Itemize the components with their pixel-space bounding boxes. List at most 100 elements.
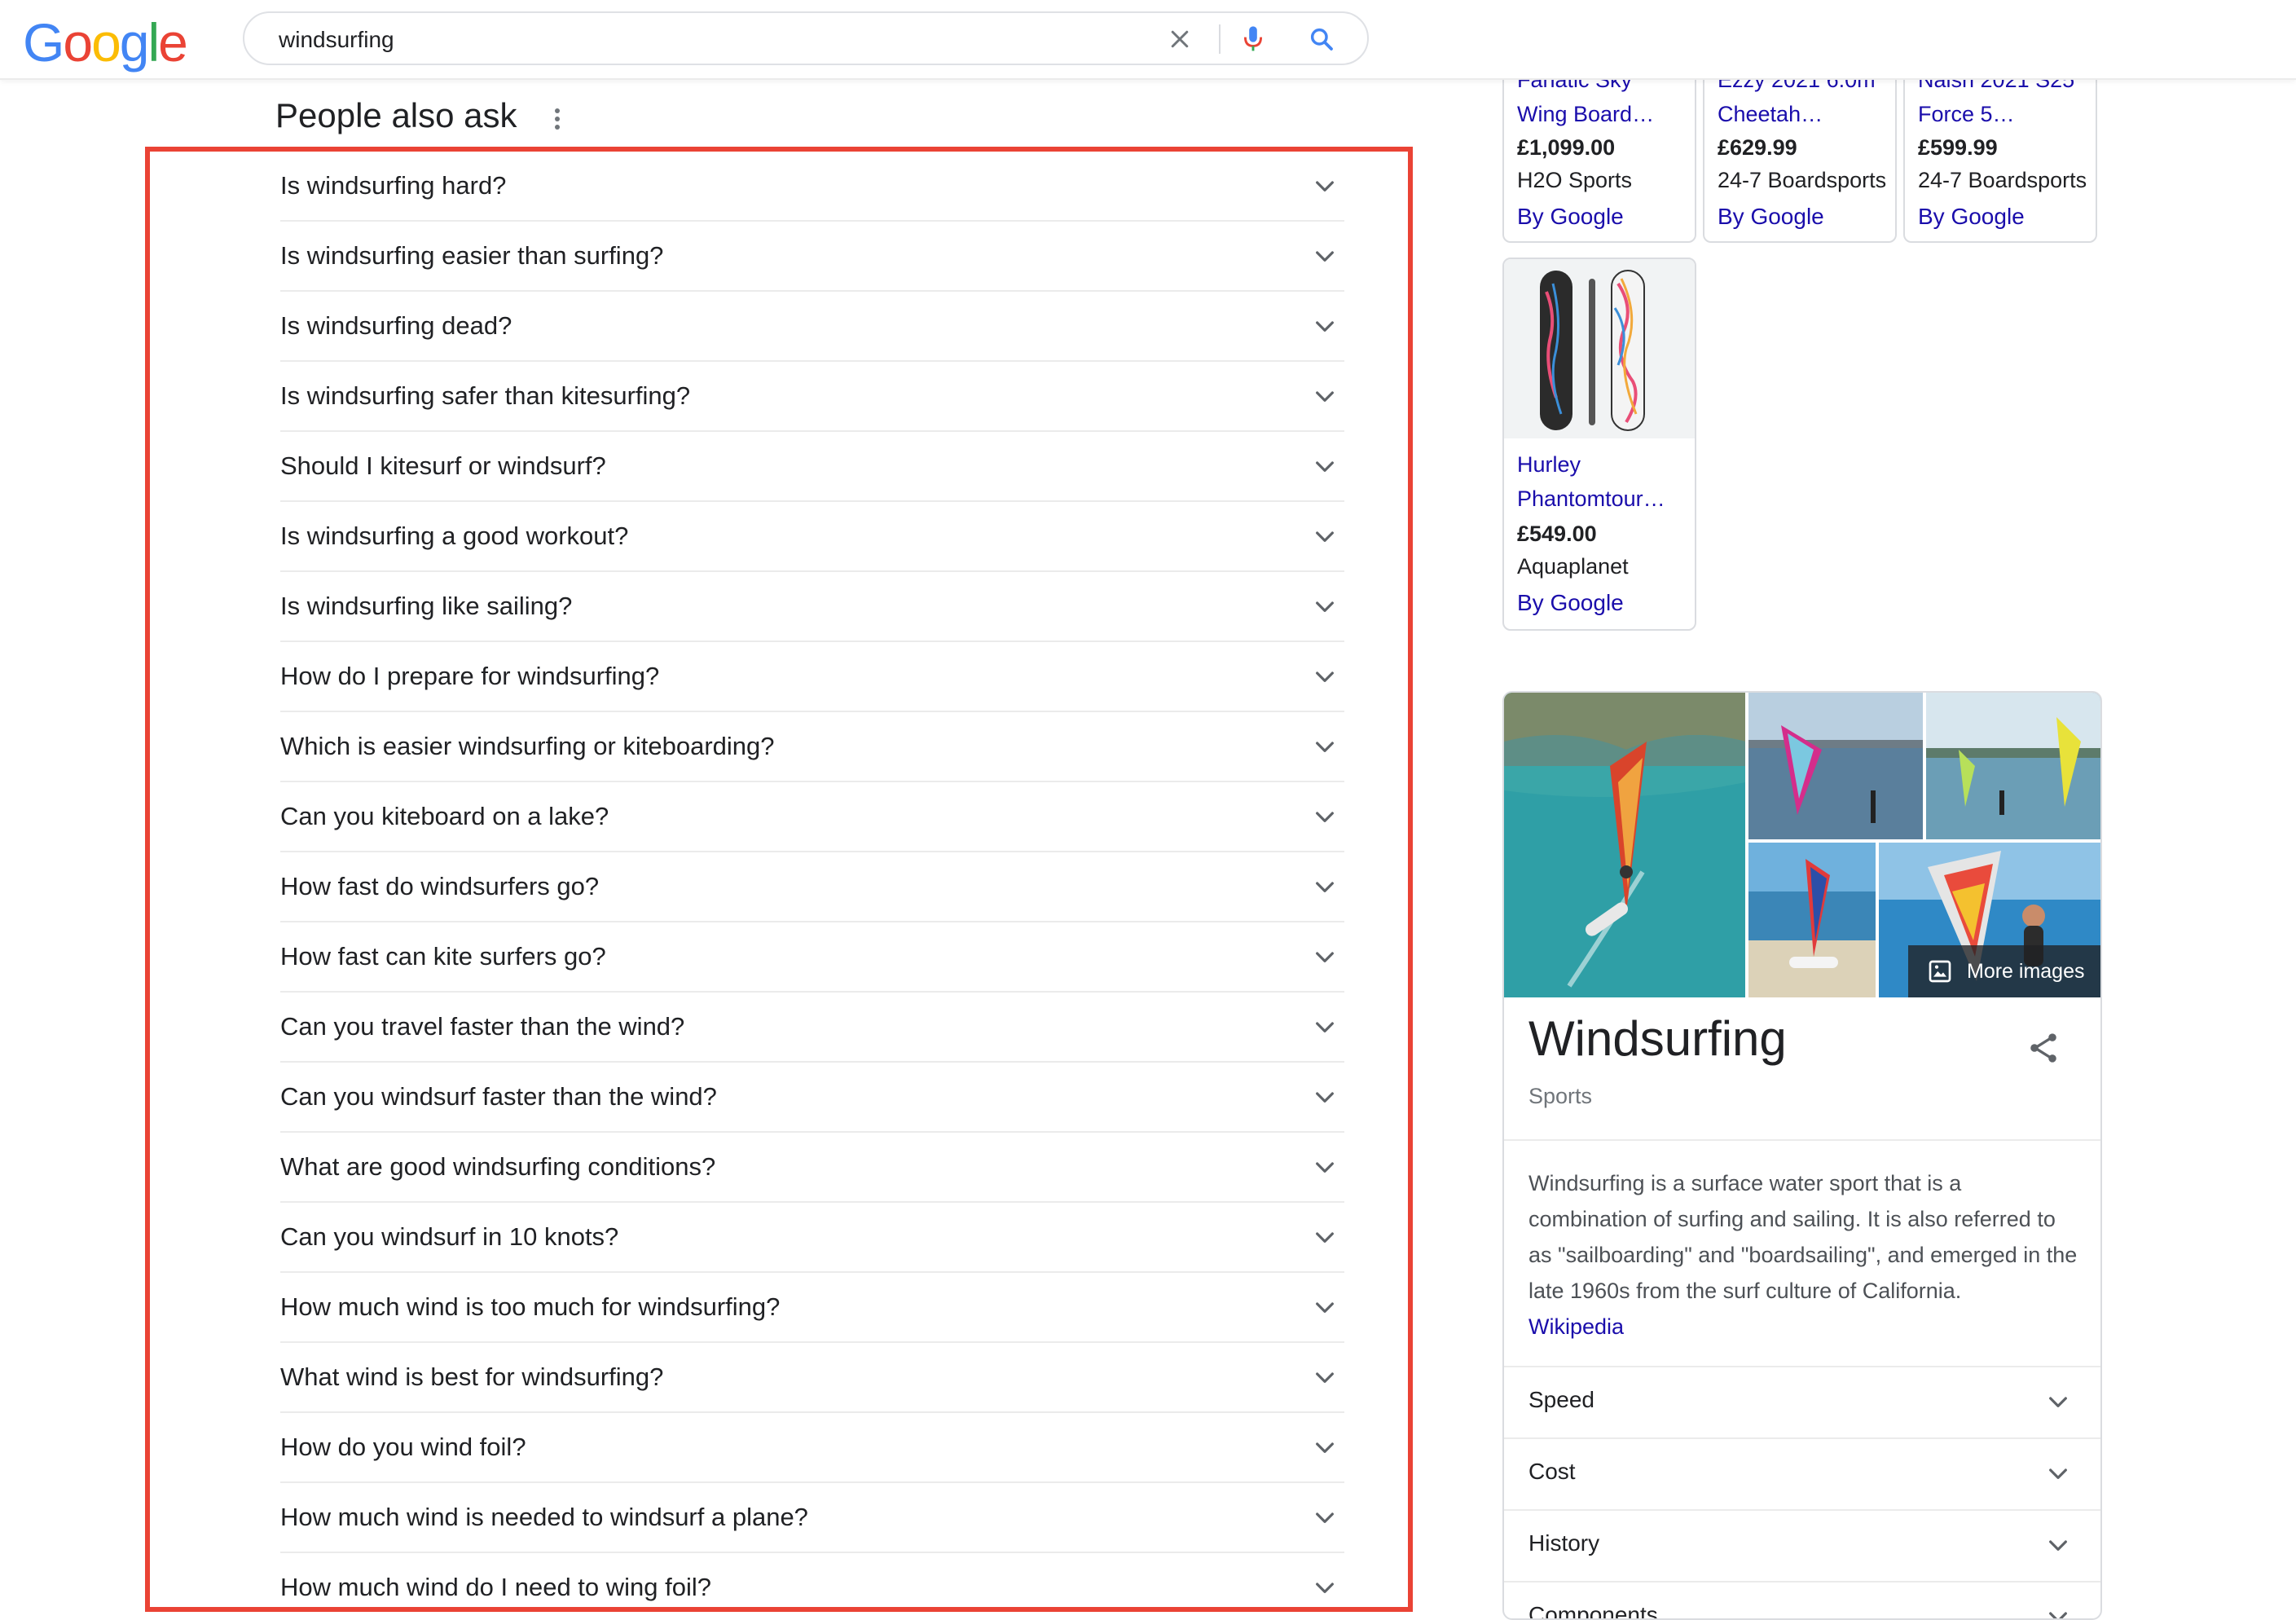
paa-question[interactable]: Is windsurfing safer than kitesurfing? bbox=[280, 381, 690, 411]
kp-title: Windsurfing bbox=[1528, 1011, 1787, 1066]
paa-question[interactable]: Can you kiteboard on a lake? bbox=[280, 802, 609, 831]
paa-question[interactable]: Should I kitesurf or windsurf? bbox=[280, 451, 606, 481]
chevron-down-icon[interactable] bbox=[1312, 593, 1338, 619]
paa-question[interactable]: How much wind is too much for windsurfin… bbox=[280, 1292, 780, 1322]
search-divider bbox=[1219, 24, 1221, 54]
kp-image[interactable] bbox=[1926, 693, 2100, 839]
kp-image[interactable] bbox=[1748, 693, 1923, 839]
paa-question-row[interactable]: What wind is best for windsurfing? bbox=[280, 1343, 1344, 1413]
chevron-down-icon[interactable] bbox=[1312, 523, 1338, 549]
paa-question[interactable]: Is windsurfing dead? bbox=[280, 311, 512, 341]
search-input[interactable] bbox=[277, 23, 1095, 57]
by-google-link[interactable]: By Google bbox=[1918, 204, 2025, 230]
paa-question[interactable]: Which is easier windsurfing or kiteboard… bbox=[280, 732, 775, 761]
product-store: Aquaplanet bbox=[1517, 554, 1629, 579]
paa-question[interactable]: How fast do windsurfers go? bbox=[280, 872, 599, 901]
paa-question-row[interactable]: How fast can kite surfers go? bbox=[280, 922, 1344, 993]
kp-row-cost[interactable]: Cost bbox=[1504, 1437, 2100, 1509]
product-title[interactable]: Force 5… bbox=[1918, 98, 2015, 130]
paa-question-row[interactable]: Can you windsurf faster than the wind? bbox=[280, 1063, 1344, 1133]
kp-divider bbox=[1504, 1139, 2100, 1141]
paa-question-row[interactable]: Can you kiteboard on a lake? bbox=[280, 782, 1344, 852]
chevron-down-icon bbox=[2049, 1612, 2067, 1618]
paa-question[interactable]: Is windsurfing a good workout? bbox=[280, 522, 628, 551]
by-google-link[interactable]: By Google bbox=[1517, 590, 1624, 616]
paa-question-row[interactable]: Is windsurfing dead? bbox=[280, 292, 1344, 362]
google-logo[interactable]: Google bbox=[23, 11, 188, 73]
paa-question-row[interactable]: Is windsurfing like sailing? bbox=[280, 572, 1344, 642]
paa-question[interactable]: How much wind do I need to wing foil? bbox=[280, 1573, 711, 1602]
product-title[interactable]: Wing Board… bbox=[1517, 98, 1654, 130]
chevron-down-icon[interactable] bbox=[1312, 173, 1338, 199]
paa-question-row[interactable]: Is windsurfing hard? bbox=[280, 152, 1344, 222]
chevron-down-icon[interactable] bbox=[1312, 1224, 1338, 1250]
kp-subtitle: Sports bbox=[1528, 1084, 1593, 1108]
kp-image[interactable] bbox=[1748, 843, 1876, 997]
paa-question-row[interactable]: How fast do windsurfers go? bbox=[280, 852, 1344, 922]
kp-row-speed[interactable]: Speed bbox=[1504, 1366, 2100, 1437]
paa-question-row[interactable]: How much wind do I need to wing foil? bbox=[280, 1553, 1344, 1607]
paa-question[interactable]: Can you travel faster than the wind? bbox=[280, 1012, 684, 1041]
kp-image-main[interactable] bbox=[1504, 693, 1745, 997]
search-box[interactable] bbox=[243, 11, 1369, 65]
paa-question-row[interactable]: What are good windsurfing conditions? bbox=[280, 1133, 1344, 1203]
paa-question[interactable]: Can you windsurf faster than the wind? bbox=[280, 1082, 717, 1112]
paa-question-row[interactable]: How much wind is too much for windsurfin… bbox=[280, 1273, 1344, 1343]
chevron-down-icon[interactable] bbox=[1312, 1504, 1338, 1530]
chevron-down-icon[interactable] bbox=[1312, 383, 1338, 409]
paa-question-row[interactable]: Which is easier windsurfing or kiteboard… bbox=[280, 712, 1344, 782]
chevron-down-icon[interactable] bbox=[1312, 803, 1338, 830]
paa-question-row[interactable]: Is windsurfing easier than surfing? bbox=[280, 222, 1344, 292]
chevron-down-icon[interactable] bbox=[1312, 874, 1338, 900]
chevron-down-icon[interactable] bbox=[1312, 243, 1338, 269]
chevron-down-icon[interactable] bbox=[1312, 1294, 1338, 1320]
paa-question-row[interactable]: Can you windsurf in 10 knots? bbox=[280, 1203, 1344, 1273]
chevron-down-icon[interactable] bbox=[1312, 663, 1338, 689]
paa-question[interactable]: How much wind is needed to windsurf a pl… bbox=[280, 1503, 808, 1532]
wikipedia-link[interactable]: Wikipedia bbox=[1528, 1314, 1624, 1339]
search-icon[interactable] bbox=[1305, 23, 1338, 55]
product-card[interactable]: Hurley Phantomtour… £549.00 Aquaplanet B… bbox=[1502, 258, 1696, 631]
more-images-button[interactable]: More images bbox=[1908, 945, 2100, 997]
paa-question[interactable]: How do I prepare for windsurfing? bbox=[280, 662, 659, 691]
share-icon[interactable] bbox=[2025, 1030, 2061, 1066]
microphone-icon[interactable] bbox=[1237, 23, 1269, 55]
chevron-down-icon[interactable] bbox=[1312, 733, 1338, 759]
by-google-link[interactable]: By Google bbox=[1517, 204, 1624, 230]
chevron-down-icon[interactable] bbox=[1312, 453, 1338, 479]
clear-icon[interactable] bbox=[1163, 23, 1196, 55]
paa-question[interactable]: Is windsurfing like sailing? bbox=[280, 592, 572, 621]
chevron-down-icon[interactable] bbox=[1312, 944, 1338, 970]
paa-question[interactable]: What wind is best for windsurfing? bbox=[280, 1362, 663, 1392]
paa-question-row[interactable]: Is windsurfing safer than kitesurfing? bbox=[280, 362, 1344, 432]
paa-question-row[interactable]: How much wind is needed to windsurf a pl… bbox=[280, 1483, 1344, 1553]
kp-row-label: Components bbox=[1528, 1602, 1658, 1620]
by-google-link[interactable]: By Google bbox=[1718, 204, 1824, 230]
product-title[interactable]: Hurley bbox=[1517, 448, 1581, 481]
chevron-down-icon[interactable] bbox=[1312, 1364, 1338, 1390]
paa-question[interactable]: Is windsurfing hard? bbox=[280, 171, 506, 200]
chevron-down-icon[interactable] bbox=[1312, 1574, 1338, 1600]
paa-question-row[interactable]: Should I kitesurf or windsurf? bbox=[280, 432, 1344, 502]
paa-question-row[interactable]: Is windsurfing a good workout? bbox=[280, 502, 1344, 572]
paa-question-row[interactable]: How do you wind foil? bbox=[280, 1413, 1344, 1483]
product-title[interactable]: Cheetah… bbox=[1718, 98, 1823, 130]
paa-question-row[interactable]: Can you travel faster than the wind? bbox=[280, 993, 1344, 1063]
paa-question[interactable]: What are good windsurfing conditions? bbox=[280, 1152, 715, 1182]
chevron-down-icon[interactable] bbox=[1312, 313, 1338, 339]
product-image[interactable] bbox=[1504, 259, 1695, 438]
paa-question[interactable]: Can you windsurf in 10 knots? bbox=[280, 1222, 618, 1252]
chevron-down-icon[interactable] bbox=[1312, 1084, 1338, 1110]
chevron-down-icon[interactable] bbox=[1312, 1154, 1338, 1180]
chevron-down-icon[interactable] bbox=[1312, 1434, 1338, 1460]
kp-row-label: Speed bbox=[1528, 1387, 1594, 1412]
chevron-down-icon[interactable] bbox=[1312, 1014, 1338, 1040]
product-title[interactable]: Phantomtour… bbox=[1517, 482, 1665, 515]
paa-question-row[interactable]: How do I prepare for windsurfing? bbox=[280, 642, 1344, 712]
paa-question[interactable]: How do you wind foil? bbox=[280, 1433, 526, 1462]
more-options-icon[interactable] bbox=[546, 104, 569, 134]
paa-question[interactable]: How fast can kite surfers go? bbox=[280, 942, 606, 971]
paa-question[interactable]: Is windsurfing easier than surfing? bbox=[280, 241, 663, 271]
kp-row-history[interactable]: History bbox=[1504, 1509, 2100, 1581]
kp-row-components[interactable]: Components bbox=[1504, 1581, 2100, 1620]
